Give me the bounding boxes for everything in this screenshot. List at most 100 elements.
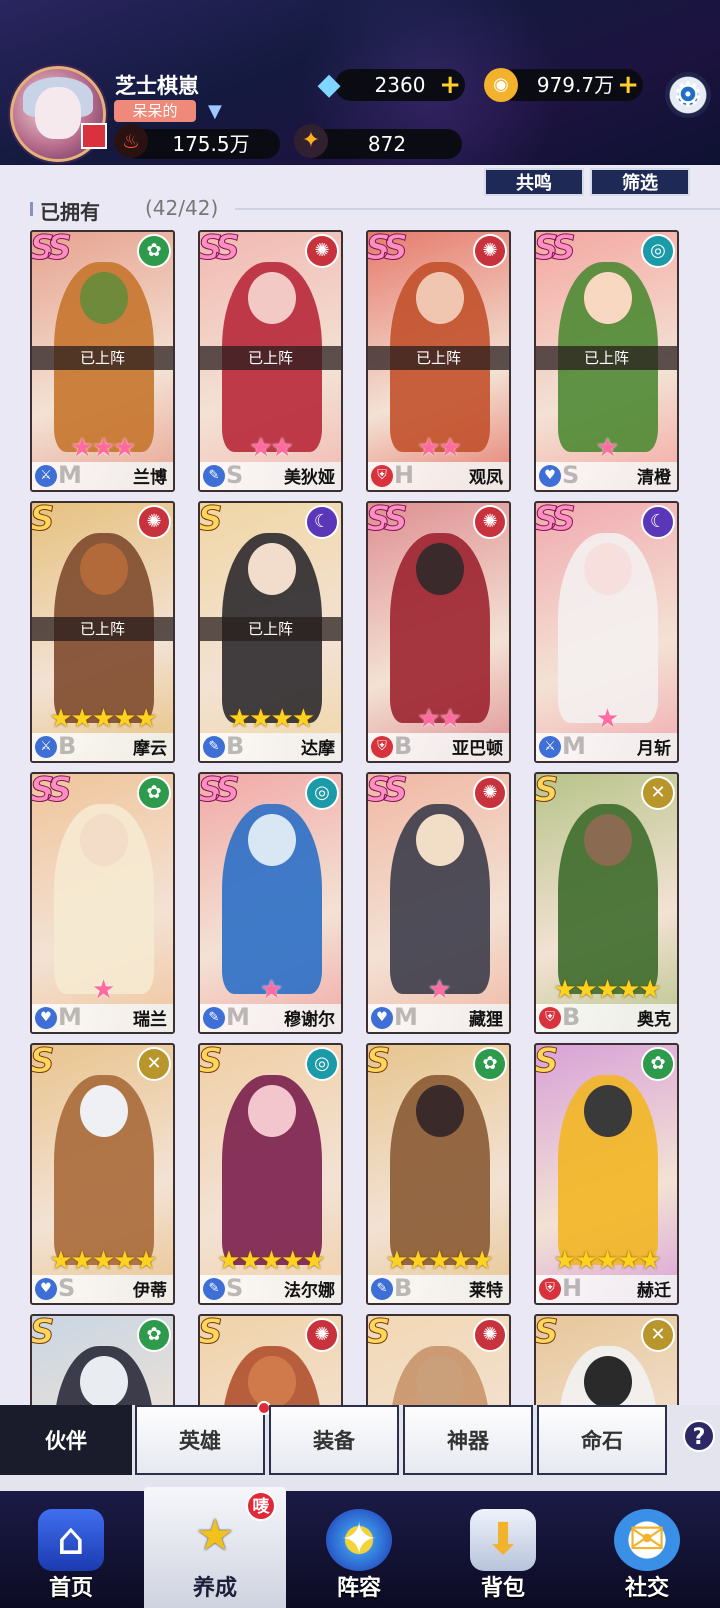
hero-portrait-head <box>248 1356 296 1405</box>
role-shield-icon: ⛨ <box>371 736 393 758</box>
element-fire-icon: ✺ <box>305 1318 339 1352</box>
rarity-badge: S <box>30 501 55 540</box>
element-water-icon: ◎ <box>305 1047 339 1081</box>
class-letter: S <box>226 1274 244 1302</box>
star-rating: ★★★ <box>70 433 137 463</box>
hero-card[interactable]: SS ✺ 已上阵 ★★ ⛨ H 观凤 <box>366 230 511 492</box>
deployed-banner: 已上阵 <box>200 346 341 370</box>
rarity-badge: SS <box>366 772 408 811</box>
role-heart-icon: ♥ <box>35 1278 57 1300</box>
rarity-badge: SS <box>198 772 240 811</box>
deployed-banner: 已上阵 <box>200 617 341 641</box>
hero-card[interactable]: S✺⚔ <box>366 1314 511 1405</box>
element-water-icon: ◎ <box>305 776 339 810</box>
role-shield-icon: ⛨ <box>539 1007 561 1029</box>
rarity-badge: SS <box>534 501 576 540</box>
top-header: 芝士棋崽 呆呆的 ▼ ◆ 2360 + ◉ 979.7万 + ⚙ ♨ 175.5… <box>0 0 720 165</box>
role-staff-icon: ✎ <box>371 1278 393 1300</box>
hero-portrait-head <box>416 1356 464 1405</box>
hero-portrait-head <box>584 543 632 595</box>
nav-cultivate-label: 养成 <box>192 1576 237 1601</box>
hero-card[interactable]: S ✕ ★★★★★ ⛨ B 奥克 <box>534 772 679 1034</box>
star-rating: ★ <box>595 704 619 734</box>
hero-name: 瑞兰 <box>133 1010 167 1030</box>
player-avatar[interactable] <box>10 66 107 162</box>
rarity-badge: S <box>198 501 223 540</box>
nav-formation[interactable]: ✦ 阵容 <box>288 1491 430 1608</box>
rarity-badge: SS <box>366 230 408 269</box>
hero-card[interactable]: S ✿ ★★★★★ ✎ B 莱特 <box>366 1043 511 1305</box>
hero-card[interactable]: S ✿ ★★★★★ ⛨ H 赫迁 <box>534 1043 679 1305</box>
power-value: 175.5万 <box>172 132 250 156</box>
hero-name: 美狄娅 <box>284 468 335 488</box>
tab-equipment[interactable]: 装备 <box>269 1405 399 1475</box>
bottom-nav: ⌂ 首页 ★ 唛 养成 ✦ 阵容 ⬇ 背包 ✉ 社交 <box>0 1487 720 1608</box>
nav-home[interactable]: ⌂ 首页 <box>0 1491 142 1608</box>
settings-gear-icon[interactable]: ⚙ <box>665 72 711 118</box>
hero-card[interactable]: S ✕ ★★★★★ ♥ S 伊蒂 <box>30 1043 175 1305</box>
hero-portrait-head <box>416 1085 464 1137</box>
hero-card[interactable]: S✿⚔ <box>30 1314 175 1405</box>
gift-icon <box>81 123 107 149</box>
nav-social[interactable]: ✉ 社交 <box>576 1491 718 1608</box>
hero-card[interactable]: SS ✺ ★★ ⛨ B 亚巴顿 <box>366 501 511 763</box>
hero-card[interactable]: S✺⚔ <box>198 1314 343 1405</box>
fire-power-icon: ♨ <box>114 124 148 158</box>
hero-card[interactable]: S ✺ 已上阵 ★★★★★ ⚔ B 摩云 <box>30 501 175 763</box>
element-nature-icon: ✿ <box>137 1318 171 1352</box>
element-nature-icon: ✿ <box>641 1047 675 1081</box>
class-letter: B <box>394 1274 413 1302</box>
element-fire-icon: ✺ <box>473 1318 507 1352</box>
class-letter: M <box>58 461 82 489</box>
deployed-banner: 已上阵 <box>536 346 677 370</box>
element-water-icon: ◎ <box>641 234 675 268</box>
add-gold-button[interactable]: + <box>617 69 639 101</box>
hero-card[interactable]: SS ☾ ★ ⚔ M 月斩 <box>534 501 679 763</box>
role-blade-icon: ⚔ <box>35 736 57 758</box>
hero-card[interactable]: S ☾ 已上阵 ★★★★ ✎ B 达摩 <box>198 501 343 763</box>
tab-hero[interactable]: 英雄 <box>135 1401 271 1475</box>
hero-card[interactable]: SS ◎ ★ ✎ M 穆谢尔 <box>198 772 343 1034</box>
tab-artifact[interactable]: 神器 <box>403 1405 533 1475</box>
class-letter: M <box>226 1003 250 1031</box>
element-light-icon: ✕ <box>137 1047 171 1081</box>
hero-card[interactable]: SS ✿ 已上阵 ★★★ ⚔ M 兰博 <box>30 230 175 492</box>
help-button[interactable]: ? <box>683 1420 715 1452</box>
filter-button[interactable]: 筛选 <box>590 168 690 196</box>
hero-card[interactable]: SS ✿ ★ ♥ M 瑞兰 <box>30 772 175 1034</box>
tab-partner[interactable]: 伙伴 <box>0 1405 132 1475</box>
hero-card[interactable]: SS ✺ ★ ♥ M 藏狸 <box>366 772 511 1034</box>
star-rating: ★ <box>91 975 115 1005</box>
hero-name: 清橙 <box>637 468 671 488</box>
star-rating: ★ <box>595 433 619 463</box>
hero-portrait-head <box>248 272 296 324</box>
rarity-badge: SS <box>534 230 576 269</box>
hero-portrait-head <box>80 814 128 866</box>
hero-card[interactable]: SS ✺ 已上阵 ★★ ✎ S 美狄娅 <box>198 230 343 492</box>
star-rating: ★★★★★ <box>49 704 158 734</box>
nav-formation-label: 阵容 <box>336 1576 381 1601</box>
diamond-icon: ◆ <box>317 67 341 102</box>
hero-card[interactable]: S✕⚔ <box>534 1314 679 1405</box>
rarity-badge: S <box>30 1043 55 1082</box>
rarity-badge: S <box>366 1314 391 1353</box>
nav-badge: 唛 <box>246 1491 276 1521</box>
formation-icon: ✦ <box>326 1509 392 1571</box>
tab-fate-stone[interactable]: 命石 <box>537 1405 667 1475</box>
nav-bag[interactable]: ⬇ 背包 <box>432 1491 574 1608</box>
home-icon: ⌂ <box>38 1509 104 1571</box>
section-marker <box>30 202 33 216</box>
add-diamond-button[interactable]: + <box>439 69 461 101</box>
star-counter: ✦ 872 <box>294 124 462 159</box>
hero-portrait-head <box>248 814 296 866</box>
hero-portrait-head <box>80 1085 128 1137</box>
hero-card[interactable]: SS ◎ 已上阵 ★ ♥ S 清橙 <box>534 230 679 492</box>
hero-name: 莱特 <box>469 1281 503 1301</box>
star-rating: ★★★★★ <box>217 1246 326 1276</box>
diamond-value: 2360 <box>374 73 426 97</box>
hero-card[interactable]: S ◎ ★★★★★ ✎ S 法尔娜 <box>198 1043 343 1305</box>
resonance-button[interactable]: 共鸣 <box>484 168 584 196</box>
class-letter: M <box>562 732 586 760</box>
nav-cultivate[interactable]: ★ 唛 养成 <box>144 1487 286 1608</box>
rarity-badge: SS <box>198 230 240 269</box>
